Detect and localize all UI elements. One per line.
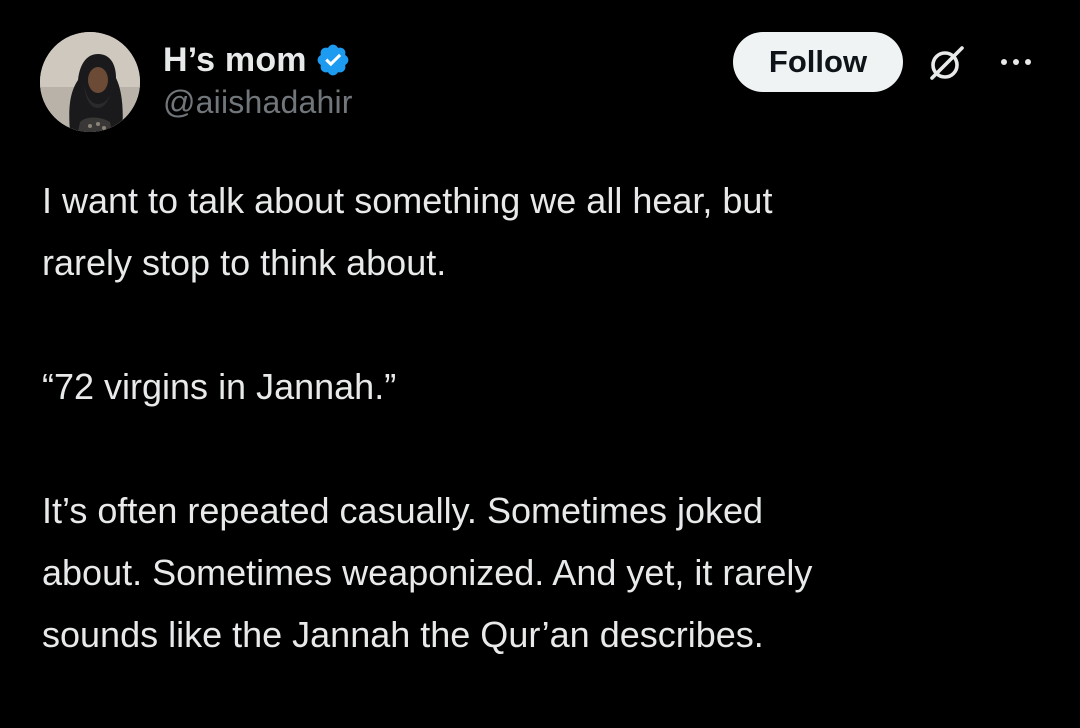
verified-badge-icon[interactable]: [315, 42, 351, 78]
follow-button[interactable]: Follow: [733, 32, 903, 92]
tweet-paragraph-3: It’s often repeated casually. Sometimes …: [42, 490, 813, 655]
tweet-paragraph-2: “72 virgins in Jannah.”: [42, 366, 397, 407]
author-name-row[interactable]: H’s mom: [163, 38, 351, 82]
author-display-name[interactable]: H’s mom: [163, 41, 307, 80]
tweet-card: H’s mom @aiishadahir Follow I want to ta…: [0, 0, 1080, 683]
grok-icon[interactable]: [924, 42, 968, 86]
author-handle[interactable]: @aiishadahir: [163, 84, 353, 121]
tweet-text: I want to talk about something we all he…: [42, 170, 1042, 728]
avatar-image: [40, 32, 140, 132]
more-options-icon[interactable]: [996, 50, 1036, 74]
avatar[interactable]: [40, 32, 140, 132]
tweet-paragraph-1: I want to talk about something we all he…: [42, 180, 773, 283]
